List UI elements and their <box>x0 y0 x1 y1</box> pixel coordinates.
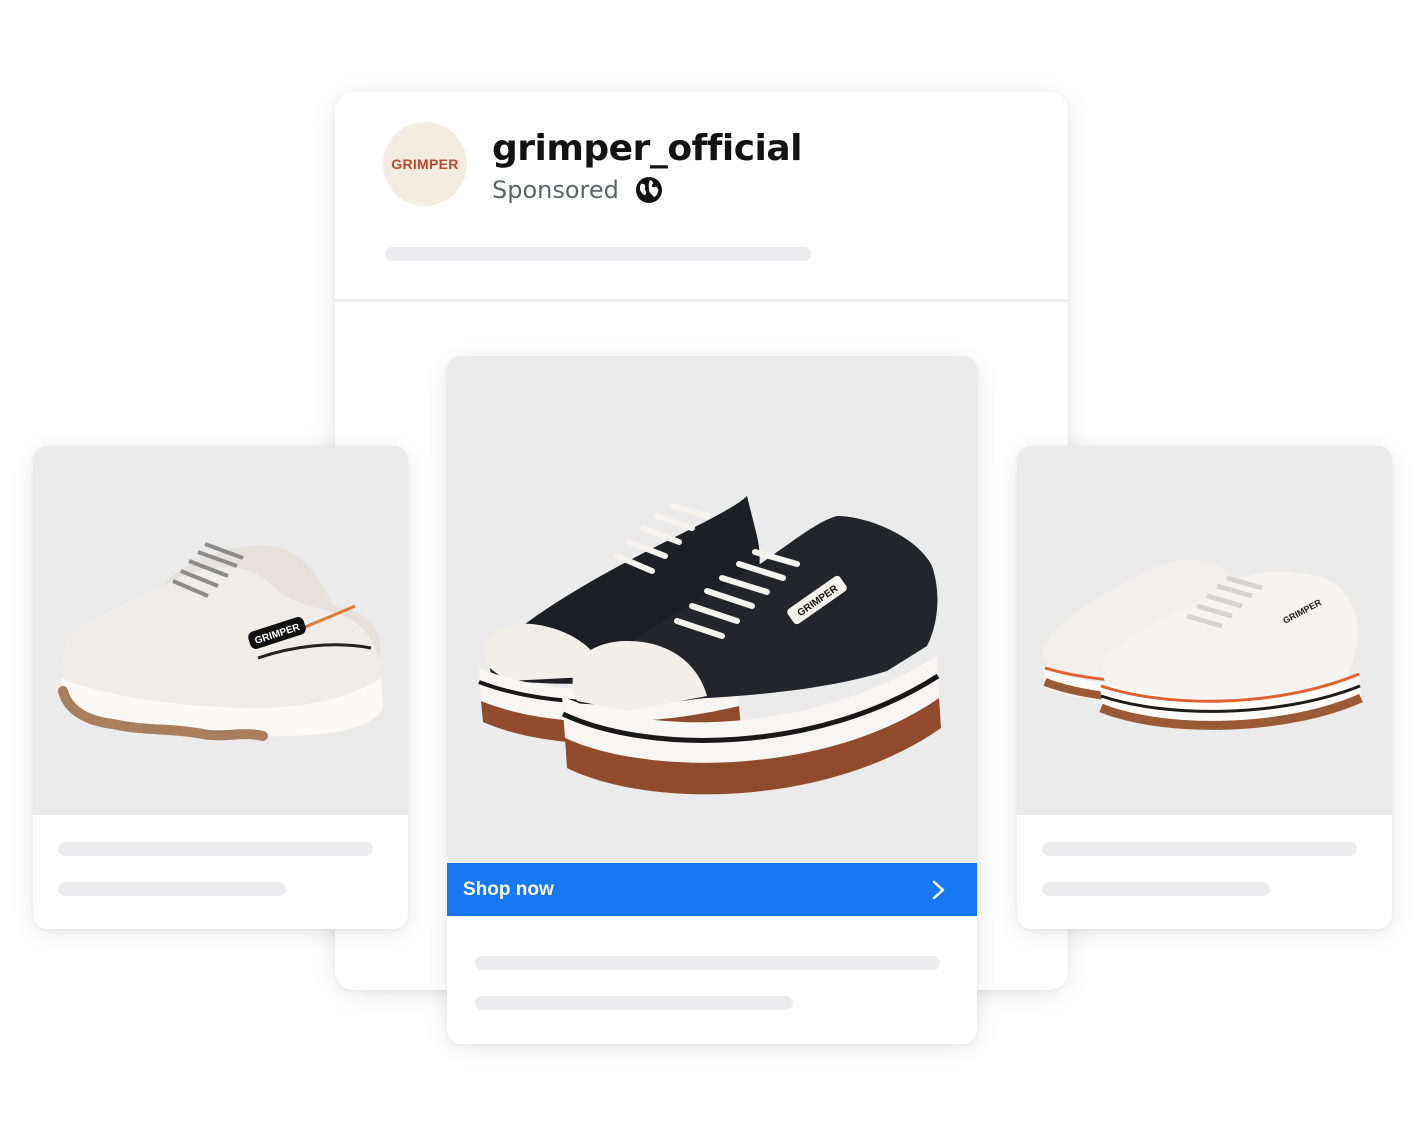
product-image-chunky-sneaker[interactable]: GRIMPER <box>33 446 408 815</box>
card-title-placeholder <box>1042 842 1357 856</box>
sneaker-illustration: GRIMPER <box>478 496 941 795</box>
caption-placeholder <box>385 247 811 261</box>
ad-preview-stage: GRIMPER grimper_official Sponsored GRIMP… <box>0 0 1424 1138</box>
brand-avatar[interactable]: GRIMPER <box>383 122 467 206</box>
shop-now-label: Shop now <box>463 878 554 900</box>
card-title-placeholder <box>58 842 373 856</box>
sponsored-row: Sponsored <box>492 176 663 204</box>
carousel-card-right[interactable]: GRIMPER <box>1017 446 1392 929</box>
carousel-card-center[interactable]: GRIMPER Shop now <box>447 356 977 1044</box>
sneaker-illustration: GRIMPER <box>58 542 383 741</box>
card-subtitle-placeholder <box>475 996 793 1010</box>
shop-now-button[interactable]: Shop now <box>447 863 977 916</box>
chevron-right-icon <box>931 880 947 900</box>
card-subtitle-placeholder <box>58 882 286 896</box>
sponsored-label: Sponsored <box>492 176 619 204</box>
product-image-white-platform-sneaker[interactable]: GRIMPER <box>1017 446 1392 815</box>
sneaker-illustration: GRIMPER <box>1042 560 1363 730</box>
carousel-card-left[interactable]: GRIMPER <box>33 446 408 929</box>
card-subtitle-placeholder <box>1042 882 1270 896</box>
account-name[interactable]: grimper_official <box>492 128 803 169</box>
card-title-placeholder <box>475 956 940 970</box>
post-header: GRIMPER grimper_official Sponsored <box>335 92 1068 302</box>
brand-logo-text: GRIMPER <box>391 156 459 172</box>
globe-icon <box>635 176 663 204</box>
product-image-black-platform-sneaker[interactable]: GRIMPER <box>447 356 977 863</box>
